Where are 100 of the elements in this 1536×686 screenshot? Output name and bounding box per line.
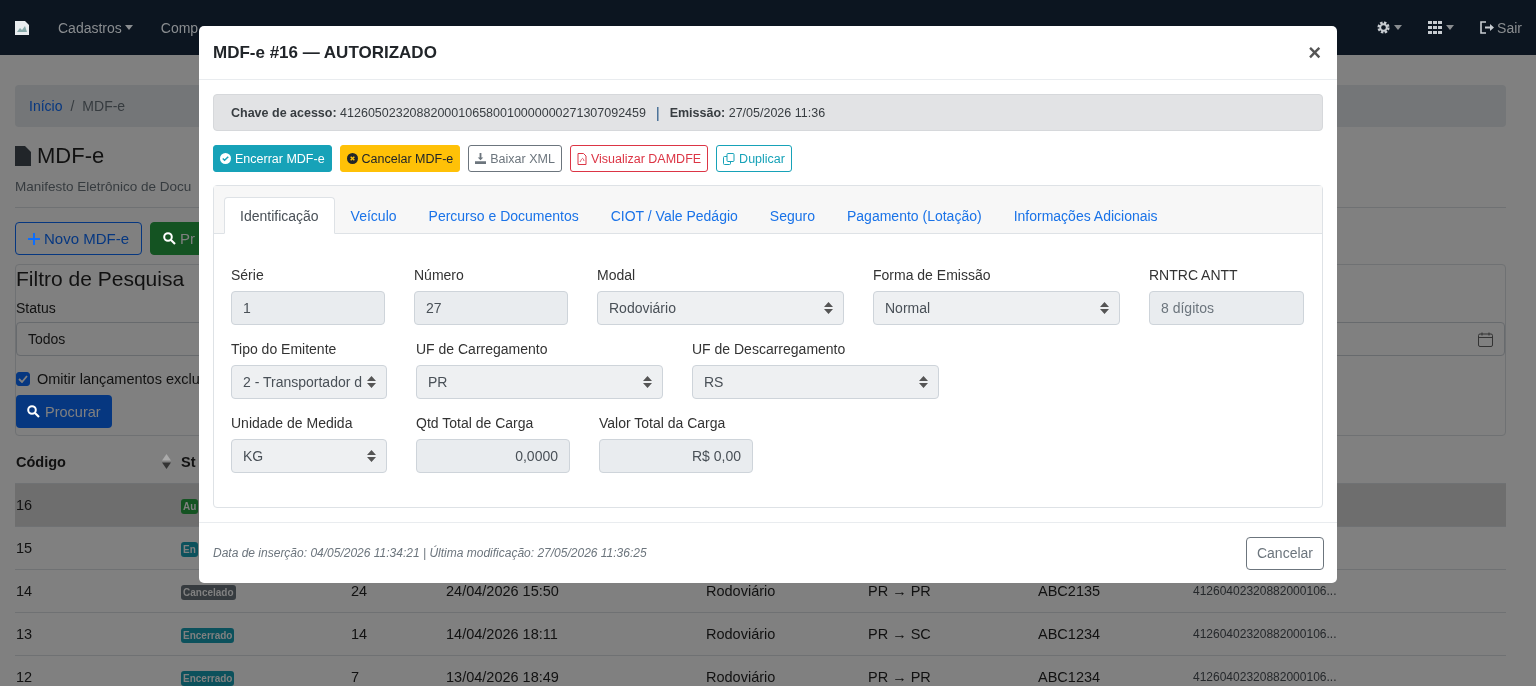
caret-icon [1394, 25, 1403, 30]
table-cell-text: 15 [16, 540, 34, 556]
field-label: RNTRC ANTT [1149, 267, 1239, 283]
field-label: Qtd Total de Carga [416, 415, 535, 431]
table-cell-text: PR → PR [868, 669, 932, 685]
field-label: UF de Carregamento [416, 341, 549, 357]
action-button[interactable]: Cancelar MDF-e [339, 145, 461, 172]
updown-arrows-icon [367, 450, 376, 462]
page-title: MDF-e [37, 143, 105, 169]
calendar-icon [1478, 331, 1493, 347]
action-button[interactable]: Encerrar MDF-e [213, 145, 332, 172]
checkbox-label: Omitir lançamentos exclu [37, 371, 200, 387]
field-label: Valor Total da Carga [599, 415, 727, 431]
field-label: UF de Descarregamento [692, 341, 847, 357]
nav-icon-button[interactable] [1428, 21, 1455, 34]
info-text: Emissão: 27/05/2026 11:36 [669, 105, 826, 120]
table-cell-text: 14 [16, 583, 34, 599]
checkbox[interactable] [16, 372, 30, 386]
copy-icon [723, 152, 736, 165]
select-field[interactable]: KG [231, 439, 387, 473]
field-label: Unidade de Medida [231, 415, 354, 431]
caret-icon [124, 25, 133, 30]
field-label: Série [231, 267, 265, 283]
check-circle-icon [220, 153, 231, 164]
breadcrumb-current: MDF-e [82, 98, 126, 114]
separator-text: | [656, 104, 660, 121]
close-button[interactable]: × [1308, 39, 1321, 66]
search-button[interactable]: Procurar [16, 395, 112, 428]
table-cell-text: Rodoviário [706, 669, 777, 685]
nav-menu-item[interactable]: Comp [160, 19, 199, 36]
file-icon [15, 146, 31, 166]
settings-icon [1376, 20, 1392, 35]
table-cell-text: 12 [16, 669, 34, 685]
status-badge: Cancelado [181, 584, 236, 600]
field-label: Tipo do Emitente [231, 341, 338, 357]
footer-text: Data de inserção: 04/05/2026 11:34:21 | Última modificação: 27/05/2026 11:36:25 [213, 546, 647, 560]
table-cell-text: 7 [351, 669, 361, 685]
table-cell-text: Rodoviário [706, 626, 777, 642]
select-field[interactable]: PR [416, 365, 663, 399]
updown-arrows-icon [643, 376, 652, 388]
table-cell-text: 24/04/2026 15:50 [446, 583, 560, 599]
updown-arrows-icon [1100, 302, 1109, 314]
input-field[interactable]: 8 dígitos [1149, 291, 1304, 325]
field-label: Número [414, 267, 465, 283]
table-cell-text: ABC1234 [1038, 626, 1102, 642]
table-cell-text: Rodoviário [706, 583, 777, 599]
input-field[interactable]: 27 [414, 291, 568, 325]
plus-icon [28, 232, 40, 245]
filter-title: Filtro de Pesquisa [16, 267, 185, 291]
x-circle-icon [346, 153, 358, 164]
table-cell-text: 41260402320882000106... [1193, 627, 1338, 641]
table-cell-text: 14 [351, 626, 369, 642]
select-field[interactable]: RS [692, 365, 939, 399]
table-cell-text: 13 [16, 626, 34, 642]
status-badge: Encerrado [181, 670, 235, 686]
updown-arrows-icon [367, 376, 376, 388]
updown-arrows-icon [919, 376, 928, 388]
sign-out-icon [1480, 21, 1495, 34]
search-icon [27, 405, 40, 418]
select-field[interactable]: Rodoviário [597, 291, 844, 325]
table-cell-text: 24 [351, 583, 369, 599]
column-header[interactable]: Código [16, 453, 66, 470]
input-field[interactable]: 0,0000 [416, 439, 570, 473]
breadcrumb-link[interactable]: Início [29, 98, 63, 114]
nav-icon-button[interactable] [1376, 20, 1403, 35]
select-field[interactable]: 2 - Transportador d [231, 365, 387, 399]
column-header[interactable]: St [181, 453, 196, 470]
field-label: Status [16, 300, 56, 316]
input-field[interactable]: 1 [231, 291, 385, 325]
sort-icon [162, 454, 171, 469]
table-cell-text: 13/04/2026 18:49 [446, 669, 560, 685]
table-cell-text: ABC2135 [1038, 583, 1102, 599]
info-text: Chave de acesso: 41260502320882000106580010000000271307092459 [231, 105, 646, 120]
field-label: Forma de Emissão [873, 267, 992, 283]
status-badge: Encerrado [181, 627, 235, 643]
search-icon [163, 232, 176, 245]
modal-title: MDF-e #16 — AUTORIZADO [213, 42, 437, 63]
table-row[interactable]: 12 Encerrado 7 13/04/2026 18:49 Rodoviário PR → PR ABC1234 41260402320882000106... [15, 655, 1506, 686]
input-field[interactable]: R$ 0,00 [599, 439, 753, 473]
breadcrumb-separator: / [70, 98, 75, 114]
action-button[interactable]: Visualizar DAMDFE [569, 145, 709, 172]
action-button[interactable]: Baixar XML [468, 145, 562, 172]
table-cell-text: 14/04/2026 18:11 [446, 626, 559, 642]
download-icon [475, 153, 487, 164]
table-row[interactable]: 13 Encerrado 14 14/04/2026 18:11 Rodoviário PR → SC ABC1234 41260402320882000106... [15, 612, 1506, 655]
broken-image-icon [14, 19, 30, 36]
table-cell-text: 16 [16, 497, 34, 513]
field-label: Modal [597, 267, 637, 283]
nav-menu-item[interactable]: Cadastros [58, 19, 133, 36]
grid-icon [1428, 21, 1444, 34]
status-badge: En [181, 541, 198, 557]
table-cell-text: PR → PR [868, 583, 932, 599]
action-button[interactable]: Novo MDF-e [15, 222, 142, 255]
tab[interactable]: Identificação [224, 197, 335, 234]
logout-link[interactable]: Sair [1480, 19, 1522, 36]
cancel-button[interactable]: Cancelar [1245, 536, 1324, 570]
table-cell-text: ABC1234 [1038, 669, 1102, 685]
pdf-file-icon [576, 152, 587, 165]
action-button[interactable]: Duplicar [716, 145, 792, 172]
select-field[interactable]: Normal [873, 291, 1120, 325]
